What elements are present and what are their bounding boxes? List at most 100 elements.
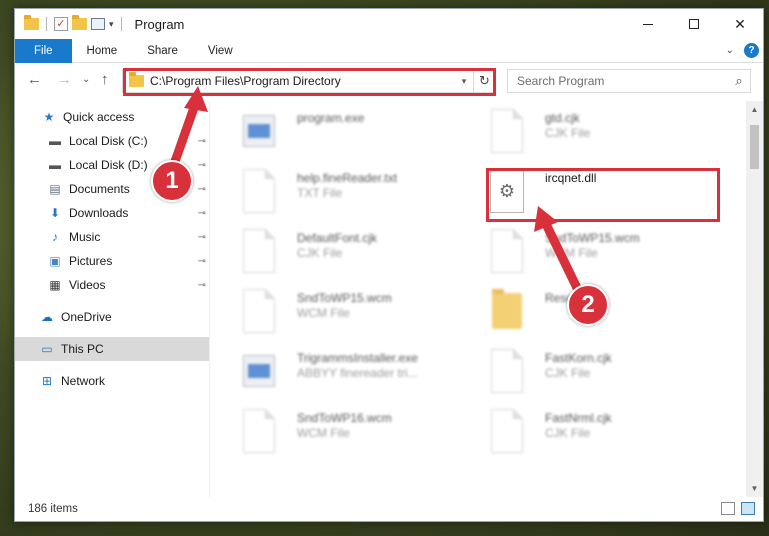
file-name: SndToWP15.wcm (297, 291, 392, 305)
tab-share[interactable]: Share (132, 39, 193, 63)
sidebar-item-quick-access[interactable]: ★ Quick access (15, 105, 209, 129)
pin-icon[interactable]: ⊸ (198, 208, 206, 219)
file-name: FastNrml.cjk (545, 411, 612, 425)
properties-icon[interactable] (91, 18, 105, 30)
sidebar-item-label: Local Disk (C:) (69, 134, 148, 148)
sidebar-item-label: This PC (61, 342, 104, 356)
address-bar[interactable]: C:\Program Files\Program Directory ▾ ↻ (122, 69, 496, 93)
close-icon: ✕ (734, 15, 746, 32)
expand-ribbon-icon[interactable]: ⌄ (726, 45, 734, 56)
document-icon (491, 229, 523, 273)
file-item-defaultfont-cjk[interactable]: DefaultFont.cjk CJK File (239, 227, 475, 285)
pin-icon[interactable]: ⊸ (198, 256, 206, 267)
recent-locations-button[interactable]: ⌄ (82, 74, 90, 85)
pin-icon[interactable]: ⊸ (198, 184, 206, 195)
sidebar-item-onedrive[interactable]: ☁ OneDrive (15, 305, 209, 329)
search-box[interactable]: ⌕ (507, 69, 751, 93)
sidebar-item-network[interactable]: ⊞ Network (15, 369, 209, 393)
search-input[interactable] (517, 74, 728, 88)
document-icon (243, 289, 275, 333)
star-icon: ★ (43, 110, 55, 124)
ribbon-right-controls: ⌄ ? (726, 43, 759, 58)
ribbon-tabs: File Home Share View ⌄ ? (15, 38, 763, 63)
back-button[interactable]: ← (27, 71, 42, 88)
tab-file[interactable]: File (15, 38, 72, 63)
sidebar-item-music[interactable]: ♪ Music ⊸ (15, 225, 209, 249)
sidebar-item-label: Documents (69, 182, 130, 196)
address-path[interactable]: C:\Program Files\Program Directory (150, 74, 455, 88)
sidebar-item-local-disk-c[interactable]: ▬ Local Disk (C:) ⊸ (15, 129, 209, 153)
minimize-button[interactable] (625, 9, 671, 39)
help-icon[interactable]: ? (744, 43, 759, 58)
file-name: FastKorn.cjk (545, 351, 612, 365)
customize-caret-icon[interactable]: ▾ (109, 19, 114, 30)
pin-icon[interactable]: ⊸ (198, 280, 206, 291)
folder-icon[interactable] (24, 15, 39, 30)
details-view-icon[interactable] (721, 502, 735, 515)
scrollbar-thumb[interactable] (750, 125, 759, 169)
file-item-trigramms-installer[interactable]: TrigrammsInstaller.exe ABBYY finereader … (239, 347, 475, 405)
navigation-pane: ★ Quick access ▬ Local Disk (C:) ⊸ ▬ Loc… (15, 101, 210, 497)
properties-check-icon[interactable]: ✓ (54, 17, 68, 31)
file-type: WCM File (297, 426, 350, 440)
large-icons-view-icon[interactable] (741, 502, 755, 515)
scroll-down-icon[interactable]: ▼ (746, 480, 763, 497)
search-icon[interactable]: ⌕ (728, 73, 750, 89)
documents-icon: ▤ (49, 182, 61, 196)
sidebar-item-label: Downloads (69, 206, 129, 220)
drive-icon: ▬ (49, 158, 61, 172)
sidebar-item-this-pc[interactable]: ▭ This PC (15, 337, 209, 361)
tab-home[interactable]: Home (72, 39, 133, 63)
sidebar-item-videos[interactable]: ▦ Videos ⊸ (15, 273, 209, 297)
window-title: Program (134, 16, 185, 32)
maximize-button[interactable] (671, 9, 717, 39)
toolbar-separator (46, 17, 47, 31)
file-item-sndtowp15-wcm-2[interactable]: SndToWP15.wcm WCM File (239, 287, 475, 345)
up-button[interactable]: ↑ (101, 71, 109, 88)
address-dropdown-icon[interactable]: ▾ (455, 76, 473, 87)
download-icon: ⬇ (49, 206, 61, 220)
file-name: gtd.cjk (545, 111, 580, 125)
file-name: ircqnet.dll (545, 171, 597, 185)
refresh-button[interactable]: ↻ (473, 70, 495, 92)
file-item-gtd-cjk[interactable]: gtd.cjk CJK File (487, 107, 723, 165)
file-item-fastkorn-cjk[interactable]: FastKorn.cjk CJK File (487, 347, 723, 405)
cloud-icon: ☁ (41, 310, 53, 324)
tab-view[interactable]: View (193, 39, 248, 63)
minimize-icon (643, 23, 653, 25)
file-type: TXT File (297, 186, 343, 200)
sidebar-item-label: Videos (69, 278, 106, 292)
new-folder-icon[interactable] (72, 15, 87, 30)
file-item-ircqnet-dll[interactable]: ⚙ ircqnet.dll (487, 167, 723, 225)
pin-icon[interactable]: ⊸ (198, 136, 206, 147)
file-type: CJK File (545, 426, 591, 440)
sidebar-item-downloads[interactable]: ⬇ Downloads ⊸ (15, 201, 209, 225)
file-item-sndtowp15-wcm[interactable]: SndToWP15.wcm WCM File (487, 227, 723, 285)
view-toggle (721, 502, 755, 515)
file-item-fastnrml-cjk[interactable]: FastNrml.cjk CJK File (487, 407, 723, 465)
folder-icon (492, 289, 522, 329)
toolbar-separator (120, 17, 122, 31)
drive-icon: ▬ (49, 134, 61, 148)
forward-button[interactable]: → (57, 71, 72, 88)
pin-icon[interactable]: ⊸ (198, 232, 206, 243)
document-icon (491, 409, 523, 453)
close-button[interactable]: ✕ (717, 9, 763, 39)
sidebar-item-pictures[interactable]: ▣ Pictures ⊸ (15, 249, 209, 273)
dll-gear-icon: ⚙ (490, 169, 524, 213)
sidebar-item-label: Pictures (69, 254, 113, 268)
step-badge-1: 1 (151, 160, 193, 202)
file-list: program.exe gtd.cjk CJK File help.fineRe… (221, 101, 741, 497)
file-name: DefaultFont.cjk (297, 231, 378, 245)
window-controls: ✕ (625, 9, 763, 39)
vertical-scrollbar[interactable]: ▲ ▼ (746, 101, 763, 497)
pin-icon[interactable]: ⊸ (198, 160, 206, 171)
document-icon (491, 109, 523, 153)
scroll-up-icon[interactable]: ▲ (746, 101, 763, 118)
file-item-program-exe[interactable]: program.exe (239, 107, 475, 165)
music-icon: ♪ (52, 230, 58, 244)
file-item-sndtowp16-wcm[interactable]: SndToWP16.wcm WCM File (239, 407, 475, 465)
file-type: ABBYY finereader tri... (297, 366, 418, 380)
file-type: CJK File (545, 126, 591, 140)
file-item-help-txt[interactable]: help.fineReader.txt TXT File (239, 167, 475, 225)
